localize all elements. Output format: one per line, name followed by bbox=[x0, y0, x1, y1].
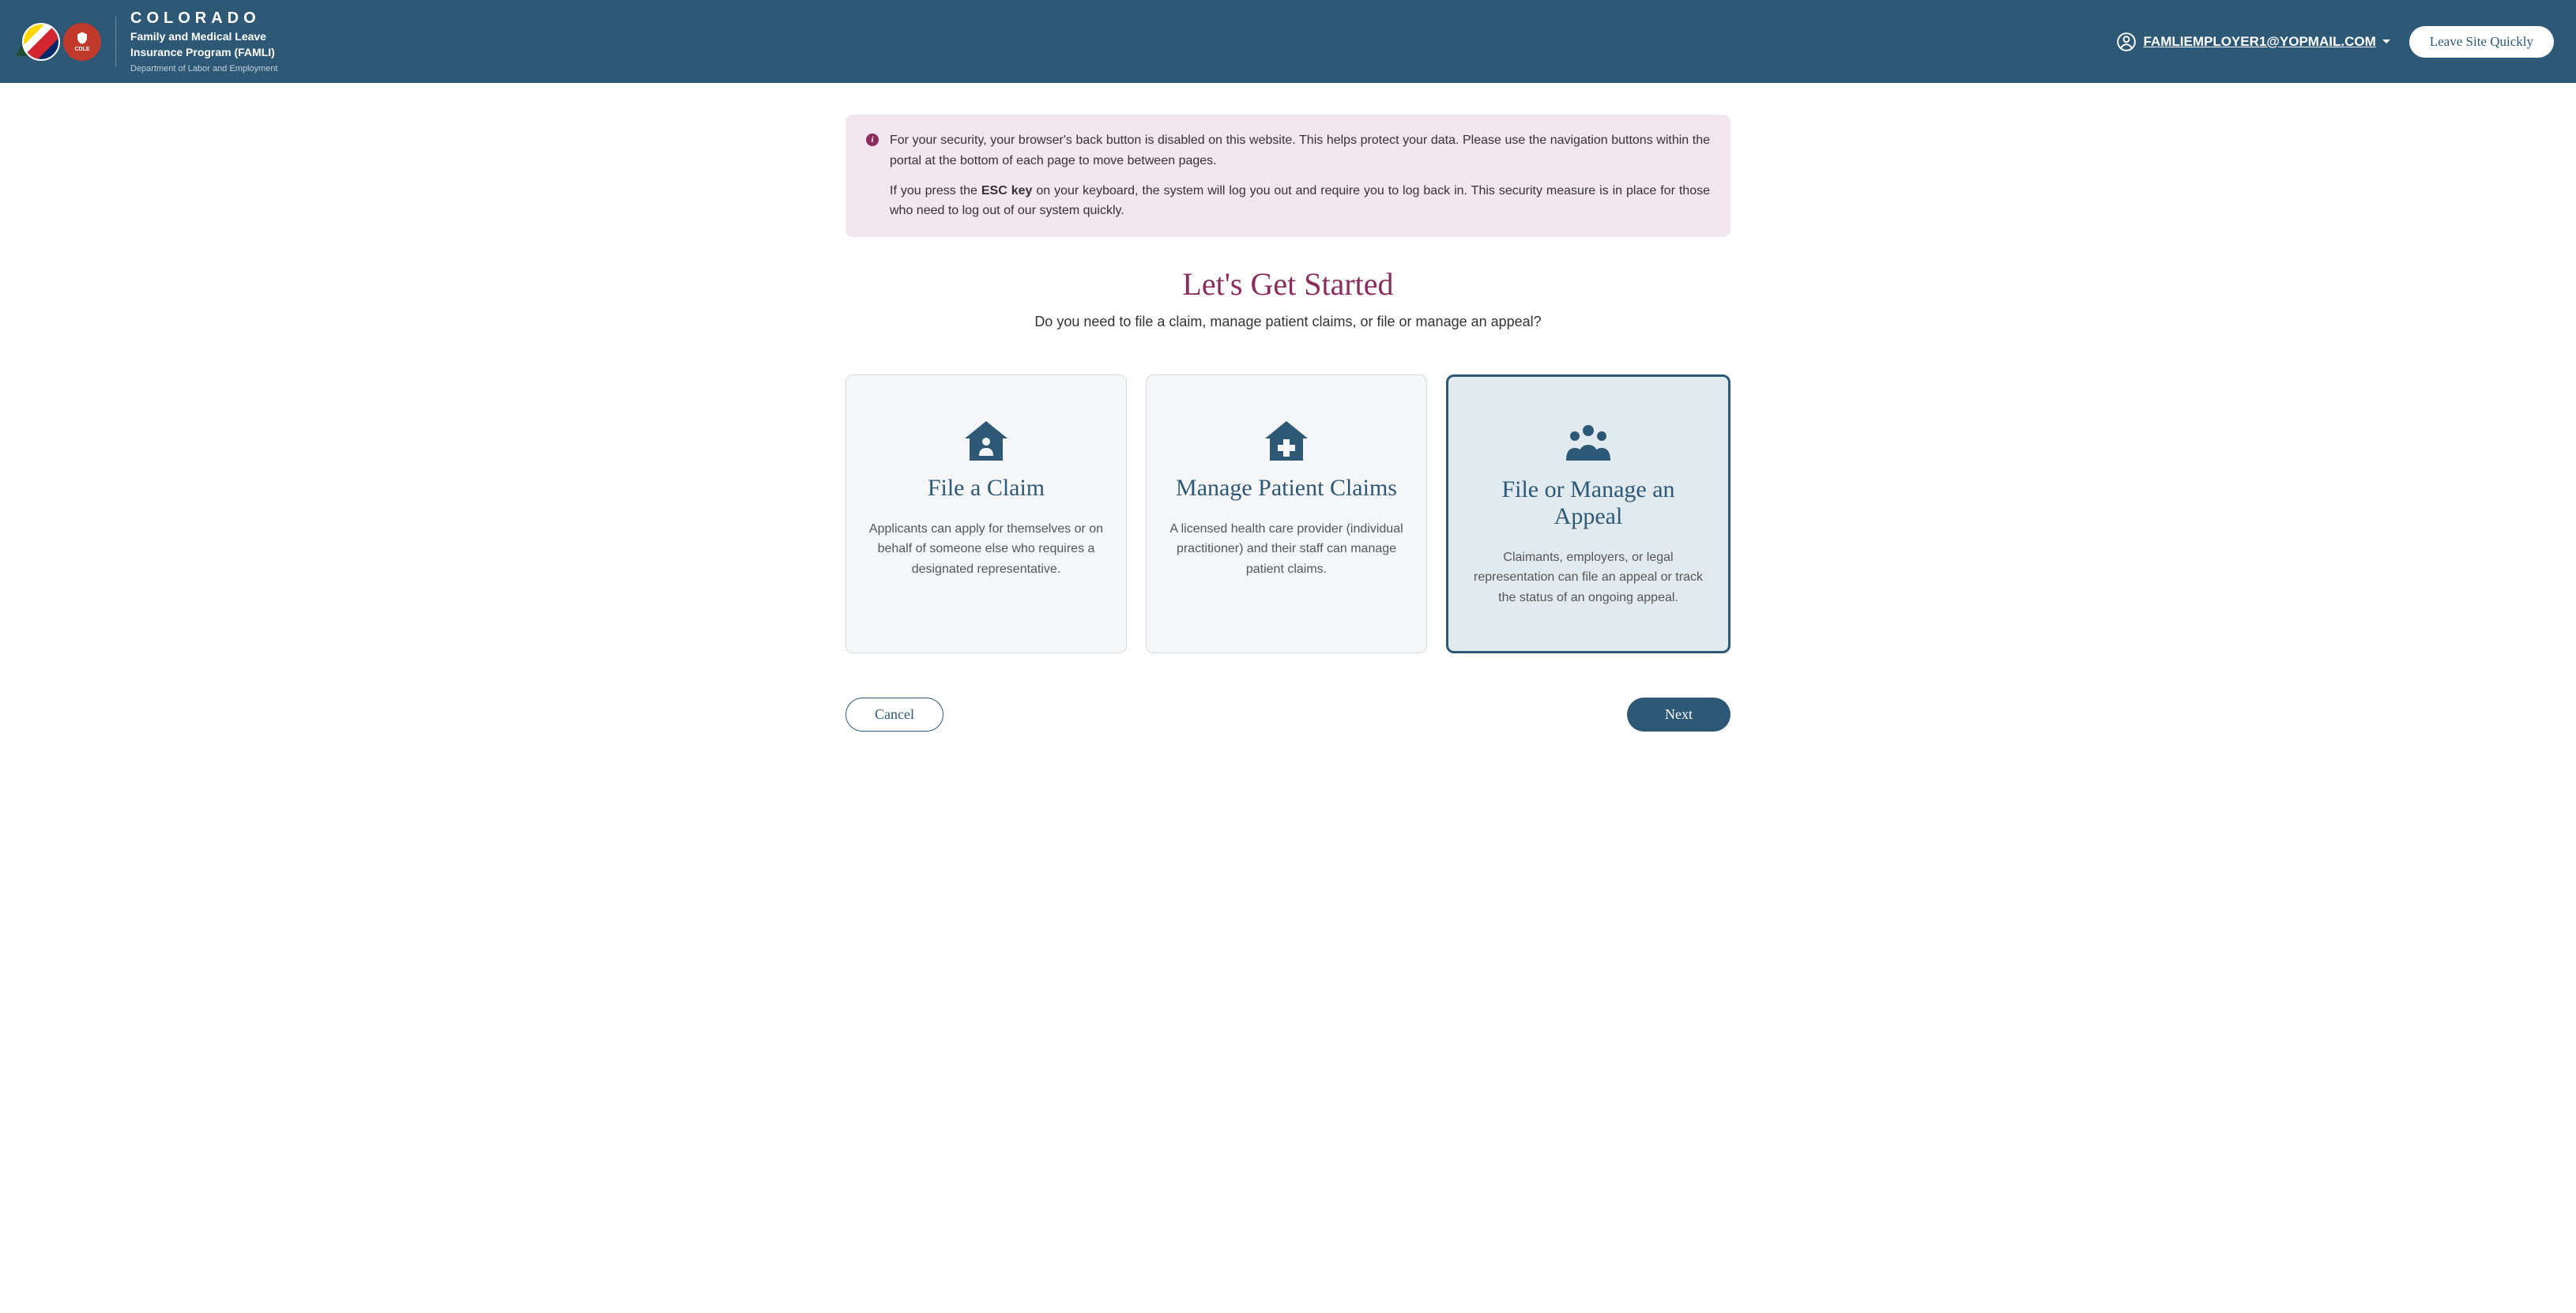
chevron-down-icon bbox=[2382, 40, 2390, 43]
page-title: Let's Get Started bbox=[845, 265, 1731, 303]
card-title-file-claim: File a Claim bbox=[868, 475, 1104, 502]
title-block: COLORADO Family and Medical Leave Insura… bbox=[130, 9, 278, 73]
house-person-icon bbox=[868, 421, 1104, 462]
security-text: For your security, your browser's back b… bbox=[890, 130, 1710, 220]
option-card-manage-patient[interactable]: Manage Patient Claims A licensed health … bbox=[1146, 374, 1427, 653]
option-card-file-claim[interactable]: File a Claim Applicants can apply for th… bbox=[845, 374, 1127, 653]
header-dept: Department of Labor and Employment bbox=[130, 64, 278, 73]
footer-buttons: Cancel Next bbox=[845, 698, 1731, 732]
app-header: CDLE COLORADO Family and Medical Leave I… bbox=[0, 0, 2576, 83]
next-button[interactable]: Next bbox=[1627, 698, 1731, 732]
security-para-2: If you press the ESC key on your keyboar… bbox=[890, 181, 1710, 221]
header-subtitle-line1: Family and Medical Leave bbox=[130, 29, 278, 43]
user-icon bbox=[2116, 32, 2137, 52]
main-container: i For your security, your browser's back… bbox=[830, 83, 1746, 762]
colorado-logo-icon bbox=[22, 23, 60, 61]
header-subtitle-line2: Insurance Program (FAMLI) bbox=[130, 45, 278, 59]
cancel-button[interactable]: Cancel bbox=[845, 698, 943, 732]
header-right: FAMLIEMPLOYER1@YOPMAIL.COM Leave Site Qu… bbox=[2116, 26, 2554, 58]
option-card-manage-appeal[interactable]: File or Manage an Appeal Claimants, empl… bbox=[1446, 374, 1731, 653]
security-para-1: For your security, your browser's back b… bbox=[890, 130, 1710, 171]
card-desc-manage-patient: A licensed health care provider (individ… bbox=[1169, 519, 1404, 580]
house-medical-icon bbox=[1169, 421, 1404, 462]
user-menu[interactable]: FAMLIEMPLOYER1@YOPMAIL.COM bbox=[2116, 32, 2390, 52]
header-divider bbox=[115, 17, 116, 67]
header-title: COLORADO bbox=[130, 9, 278, 28]
info-icon: i bbox=[866, 134, 879, 146]
card-title-manage-appeal: File or Manage an Appeal bbox=[1471, 476, 1706, 530]
page-subtitle: Do you need to file a claim, manage pati… bbox=[845, 314, 1731, 330]
card-title-manage-patient: Manage Patient Claims bbox=[1169, 475, 1404, 502]
esc-key-label: ESC key bbox=[981, 184, 1033, 198]
cdle-logo-icon: CDLE bbox=[63, 23, 101, 61]
leave-site-quickly-button[interactable]: Leave Site Quickly bbox=[2409, 26, 2554, 58]
logo-group: CDLE bbox=[22, 23, 101, 61]
user-email: FAMLIEMPLOYER1@YOPMAIL.COM bbox=[2143, 34, 2375, 50]
option-cards-row: File a Claim Applicants can apply for th… bbox=[845, 374, 1731, 653]
card-desc-file-claim: Applicants can apply for themselves or o… bbox=[868, 519, 1104, 580]
people-group-icon bbox=[1471, 423, 1706, 464]
header-left: CDLE COLORADO Family and Medical Leave I… bbox=[22, 9, 278, 73]
cdle-text: CDLE bbox=[74, 47, 89, 52]
security-banner: i For your security, your browser's back… bbox=[845, 115, 1731, 236]
card-desc-manage-appeal: Claimants, employers, or legal represent… bbox=[1471, 547, 1706, 608]
